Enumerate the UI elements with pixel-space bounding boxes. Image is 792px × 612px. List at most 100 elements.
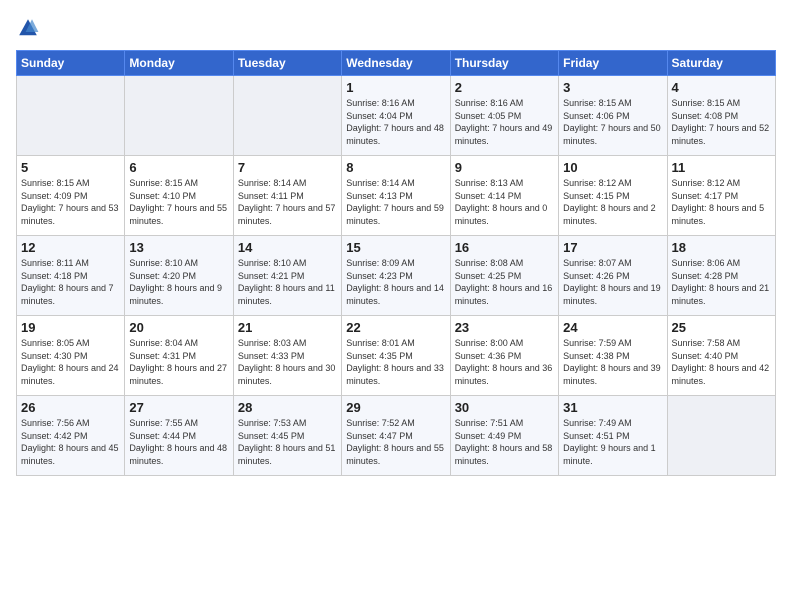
day-number: 8 xyxy=(346,160,445,175)
calendar-cell: 30Sunrise: 7:51 AM Sunset: 4:49 PM Dayli… xyxy=(450,396,558,476)
day-number: 27 xyxy=(129,400,228,415)
day-number: 28 xyxy=(238,400,337,415)
day-info: Sunrise: 7:55 AM Sunset: 4:44 PM Dayligh… xyxy=(129,417,228,467)
day-number: 11 xyxy=(672,160,771,175)
day-number: 12 xyxy=(21,240,120,255)
weekday-header-wednesday: Wednesday xyxy=(342,51,450,76)
calendar-cell: 17 Sunrise: 8:07 AM Sunset: 4:26 PM Dayli… xyxy=(559,236,667,316)
calendar-cell: 18 Sunrise: 8:06 AM Sunset: 4:28 PM Dayli… xyxy=(667,236,775,316)
day-info: Sunrise: 8:15 AM Sunset: 4:08 PM Dayligh… xyxy=(672,97,771,147)
day-info: Sunrise: 8:08 AM Sunset: 4:25 PM Dayligh… xyxy=(455,257,554,307)
calendar-cell xyxy=(125,76,233,156)
calendar-cell: 16 Sunrise: 8:08 AM Sunset: 4:25 PM Dayli… xyxy=(450,236,558,316)
calendar-cell: 8Sunrise: 8:14 AM Sunset: 4:13 PM Daylig… xyxy=(342,156,450,236)
calendar-cell: 25Sunrise: 7:58 AM Sunset: 4:40 PM Dayli… xyxy=(667,316,775,396)
day-info: Sunrise: 8:05 AM Sunset: 4:30 PM Dayligh… xyxy=(21,337,120,387)
calendar-cell: 14 Sunrise: 8:10 AM Sunset: 4:21 PM Dayli… xyxy=(233,236,341,316)
day-number: 2 xyxy=(455,80,554,95)
day-number: 24 xyxy=(563,320,662,335)
day-info: Sunrise: 8:10 AM Sunset: 4:21 PM Dayligh… xyxy=(238,257,337,307)
day-number: 29 xyxy=(346,400,445,415)
calendar-cell: 5 Sunrise: 8:15 AM Sunset: 4:09 PM Daylig… xyxy=(17,156,125,236)
calendar-cell: 15Sunrise: 8:09 AM Sunset: 4:23 PM Dayli… xyxy=(342,236,450,316)
calendar-cell: 19 Sunrise: 8:05 AM Sunset: 4:30 PM Dayli… xyxy=(17,316,125,396)
day-number: 22 xyxy=(346,320,445,335)
day-info: Sunrise: 8:12 AM Sunset: 4:15 PM Dayligh… xyxy=(563,177,662,227)
day-info: Sunrise: 8:15 AM Sunset: 4:06 PM Dayligh… xyxy=(563,97,662,147)
day-info: Sunrise: 7:53 AM Sunset: 4:45 PM Dayligh… xyxy=(238,417,337,467)
day-number: 30 xyxy=(455,400,554,415)
day-number: 1 xyxy=(346,80,445,95)
weekday-header-friday: Friday xyxy=(559,51,667,76)
day-info: Sunrise: 8:15 AM Sunset: 4:09 PM Dayligh… xyxy=(21,177,120,227)
day-number: 23 xyxy=(455,320,554,335)
day-info: Sunrise: 8:00 AM Sunset: 4:36 PM Dayligh… xyxy=(455,337,554,387)
weekday-header-thursday: Thursday xyxy=(450,51,558,76)
day-number: 10 xyxy=(563,160,662,175)
day-info: Sunrise: 7:49 AM Sunset: 4:51 PM Dayligh… xyxy=(563,417,662,467)
calendar-week-row: 5 Sunrise: 8:15 AM Sunset: 4:09 PM Daylig… xyxy=(17,156,776,236)
day-info: Sunrise: 8:16 AM Sunset: 4:04 PM Dayligh… xyxy=(346,97,445,147)
logo xyxy=(16,16,44,40)
day-info: Sunrise: 8:06 AM Sunset: 4:28 PM Dayligh… xyxy=(672,257,771,307)
day-number: 5 xyxy=(21,160,120,175)
weekday-header-monday: Monday xyxy=(125,51,233,76)
calendar-cell xyxy=(17,76,125,156)
weekday-header-saturday: Saturday xyxy=(667,51,775,76)
day-info: Sunrise: 7:52 AM Sunset: 4:47 PM Dayligh… xyxy=(346,417,445,467)
calendar-cell: 26 Sunrise: 7:56 AM Sunset: 4:42 PM Dayli… xyxy=(17,396,125,476)
page-header xyxy=(16,16,776,40)
day-number: 4 xyxy=(672,80,771,95)
day-info: Sunrise: 8:14 AM Sunset: 4:11 PM Dayligh… xyxy=(238,177,337,227)
weekday-header-sunday: Sunday xyxy=(17,51,125,76)
calendar-cell: 13 Sunrise: 8:10 AM Sunset: 4:20 PM Dayli… xyxy=(125,236,233,316)
day-number: 31 xyxy=(563,400,662,415)
day-number: 20 xyxy=(129,320,228,335)
day-info: Sunrise: 8:09 AM Sunset: 4:23 PM Dayligh… xyxy=(346,257,445,307)
day-number: 25 xyxy=(672,320,771,335)
logo-icon xyxy=(16,16,40,40)
calendar-cell: 9 Sunrise: 8:13 AM Sunset: 4:14 PM Daylig… xyxy=(450,156,558,236)
day-info: Sunrise: 8:07 AM Sunset: 4:26 PM Dayligh… xyxy=(563,257,662,307)
day-number: 13 xyxy=(129,240,228,255)
calendar-cell: 23 Sunrise: 8:00 AM Sunset: 4:36 PM Dayli… xyxy=(450,316,558,396)
weekday-header-tuesday: Tuesday xyxy=(233,51,341,76)
day-info: Sunrise: 7:56 AM Sunset: 4:42 PM Dayligh… xyxy=(21,417,120,467)
weekday-header-row: SundayMondayTuesdayWednesdayThursdayFrid… xyxy=(17,51,776,76)
day-info: Sunrise: 8:16 AM Sunset: 4:05 PM Dayligh… xyxy=(455,97,554,147)
day-number: 18 xyxy=(672,240,771,255)
day-number: 16 xyxy=(455,240,554,255)
calendar-week-row: 26 Sunrise: 7:56 AM Sunset: 4:42 PM Dayli… xyxy=(17,396,776,476)
day-info: Sunrise: 8:13 AM Sunset: 4:14 PM Dayligh… xyxy=(455,177,554,227)
calendar-cell: 21Sunrise: 8:03 AM Sunset: 4:33 PM Dayli… xyxy=(233,316,341,396)
calendar-cell: 3 Sunrise: 8:15 AM Sunset: 4:06 PM Daylig… xyxy=(559,76,667,156)
day-info: Sunrise: 8:10 AM Sunset: 4:20 PM Dayligh… xyxy=(129,257,228,307)
calendar-cell: 31 Sunrise: 7:49 AM Sunset: 4:51 PM Dayli… xyxy=(559,396,667,476)
day-info: Sunrise: 8:12 AM Sunset: 4:17 PM Dayligh… xyxy=(672,177,771,227)
day-number: 14 xyxy=(238,240,337,255)
calendar-week-row: 1 Sunrise: 8:16 AM Sunset: 4:04 PM Daylig… xyxy=(17,76,776,156)
day-info: Sunrise: 8:11 AM Sunset: 4:18 PM Dayligh… xyxy=(21,257,120,307)
day-info: Sunrise: 8:01 AM Sunset: 4:35 PM Dayligh… xyxy=(346,337,445,387)
day-number: 21 xyxy=(238,320,337,335)
day-number: 17 xyxy=(563,240,662,255)
calendar-cell: 22 Sunrise: 8:01 AM Sunset: 4:35 PM Dayli… xyxy=(342,316,450,396)
day-number: 6 xyxy=(129,160,228,175)
calendar-table: SundayMondayTuesdayWednesdayThursdayFrid… xyxy=(16,50,776,476)
calendar-cell: 11 Sunrise: 8:12 AM Sunset: 4:17 PM Dayli… xyxy=(667,156,775,236)
day-number: 26 xyxy=(21,400,120,415)
calendar-cell: 4 Sunrise: 8:15 AM Sunset: 4:08 PM Daylig… xyxy=(667,76,775,156)
calendar-cell: 28 Sunrise: 7:53 AM Sunset: 4:45 PM Dayli… xyxy=(233,396,341,476)
calendar-cell xyxy=(233,76,341,156)
day-number: 19 xyxy=(21,320,120,335)
calendar-cell: 7 Sunrise: 8:14 AM Sunset: 4:11 PM Daylig… xyxy=(233,156,341,236)
day-number: 3 xyxy=(563,80,662,95)
calendar-cell: 24Sunrise: 7:59 AM Sunset: 4:38 PM Dayli… xyxy=(559,316,667,396)
day-number: 7 xyxy=(238,160,337,175)
day-number: 9 xyxy=(455,160,554,175)
calendar-cell: 1 Sunrise: 8:16 AM Sunset: 4:04 PM Daylig… xyxy=(342,76,450,156)
calendar-week-row: 19 Sunrise: 8:05 AM Sunset: 4:30 PM Dayli… xyxy=(17,316,776,396)
day-info: Sunrise: 8:15 AM Sunset: 4:10 PM Dayligh… xyxy=(129,177,228,227)
calendar-cell: 29 Sunrise: 7:52 AM Sunset: 4:47 PM Dayli… xyxy=(342,396,450,476)
calendar-cell xyxy=(667,396,775,476)
